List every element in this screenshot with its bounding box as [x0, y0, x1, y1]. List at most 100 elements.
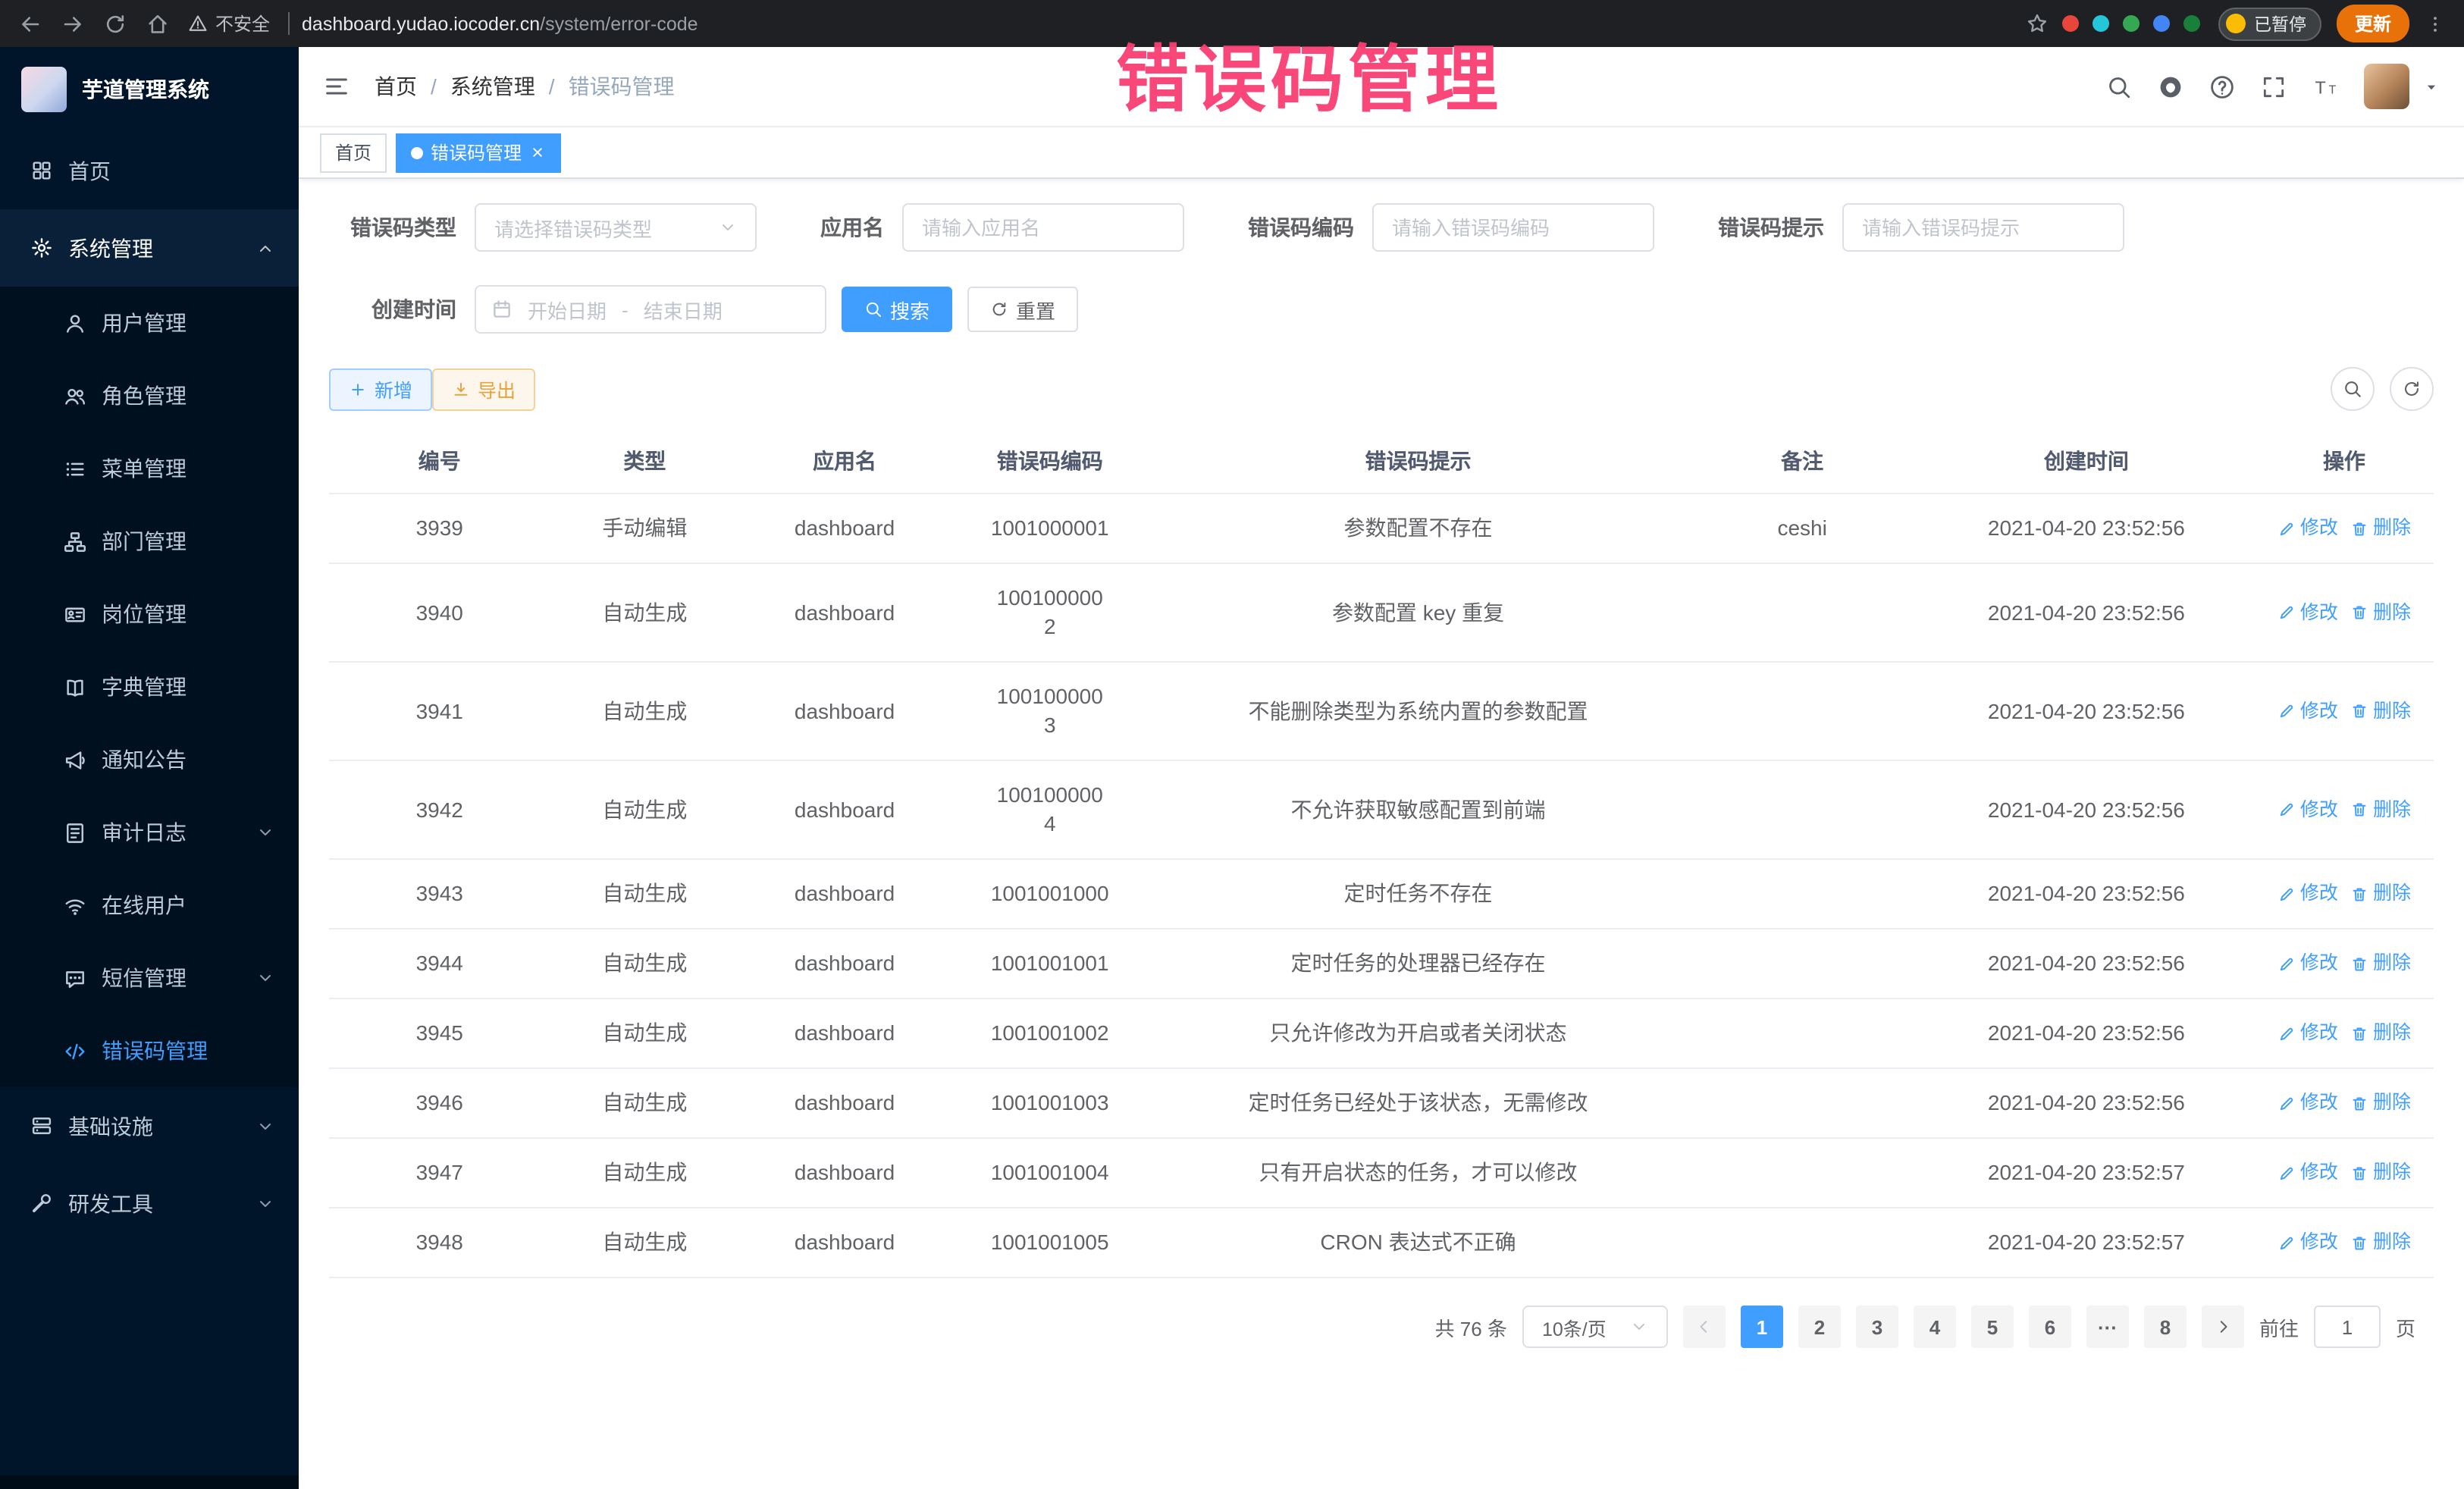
pager-next-button[interactable]: [2202, 1306, 2244, 1348]
edit-link[interactable]: 修改: [2277, 1228, 2338, 1257]
pager-more-button[interactable]: ···: [2086, 1306, 2129, 1348]
sidebar-collapse-bar[interactable]: [0, 1475, 299, 1489]
page-size-select[interactable]: 10条/页: [1522, 1306, 1668, 1348]
avatar[interactable]: [2364, 64, 2409, 109]
forward-icon[interactable]: [61, 11, 85, 36]
logo[interactable]: 芋道管理系统: [0, 47, 299, 132]
edit-link[interactable]: 修改: [2277, 697, 2338, 726]
sidebar-item-infra[interactable]: 基础设施: [0, 1087, 299, 1165]
sidebar-item-menu[interactable]: 菜单管理: [0, 432, 299, 505]
delete-link[interactable]: 删除: [2350, 1019, 2411, 1048]
delete-link[interactable]: 删除: [2350, 697, 2411, 726]
hamburger-icon[interactable]: [323, 73, 350, 100]
pager-page-2[interactable]: 2: [1798, 1306, 1841, 1348]
extension-dark-green-icon[interactable]: [2184, 15, 2201, 32]
error-hint-input[interactable]: [1842, 203, 2124, 252]
reset-button[interactable]: 重置: [967, 287, 1078, 332]
goto-page-input[interactable]: [2314, 1306, 2381, 1348]
cell-message: 参数配置不存在: [1150, 494, 1687, 563]
toggle-search-button[interactable]: [2331, 367, 2375, 411]
app-name-input[interactable]: [902, 203, 1184, 252]
delete-link[interactable]: 删除: [2350, 879, 2411, 908]
close-icon[interactable]: [529, 144, 546, 161]
pager-page-3[interactable]: 3: [1856, 1306, 1898, 1348]
edit-link[interactable]: 修改: [2277, 514, 2338, 543]
pencil-icon: [2277, 801, 2296, 819]
delete-link[interactable]: 删除: [2350, 514, 2411, 543]
trash-icon: [2350, 885, 2368, 903]
pager-page-5[interactable]: 5: [1971, 1306, 2014, 1348]
sidebar-item-dev-tool[interactable]: 研发工具: [0, 1165, 299, 1242]
edit-link[interactable]: 修改: [2277, 879, 2338, 908]
tree-icon: [64, 530, 86, 553]
error-type-select[interactable]: 请选择错误码类型: [475, 203, 757, 252]
back-icon[interactable]: [18, 11, 42, 36]
sidebar-item-notice[interactable]: 通知公告: [0, 723, 299, 796]
address-bar[interactable]: dashboard.yudao.iocoder.cn/system/error-…: [302, 13, 698, 34]
sidebar-item-online-user[interactable]: 在线用户: [0, 869, 299, 942]
edit-link[interactable]: 修改: [2277, 795, 2338, 824]
edit-link[interactable]: 修改: [2277, 949, 2338, 978]
paused-badge[interactable]: 已暂停: [2219, 7, 2321, 40]
edit-link[interactable]: 修改: [2277, 1158, 2338, 1187]
error-code-input[interactable]: [1372, 203, 1654, 252]
sidebar-item-role[interactable]: 角色管理: [0, 359, 299, 432]
cell-remark: [1686, 1153, 1917, 1193]
roles-icon: [64, 384, 86, 407]
extension-red-icon[interactable]: [2063, 15, 2080, 32]
sidebar-item-dept[interactable]: 部门管理: [0, 505, 299, 578]
end-date-placeholder: 结束日期: [644, 295, 723, 324]
reload-icon[interactable]: [103, 11, 127, 36]
cell-time: 2021-04-20 23:52:56: [1918, 677, 2255, 745]
tab-error-code[interactable]: 错误码管理: [396, 133, 561, 172]
sidebar-item-post[interactable]: 岗位管理: [0, 578, 299, 650]
breadcrumb-home[interactable]: 首页: [375, 71, 417, 102]
cell-type: 自动生成: [550, 578, 739, 647]
update-button[interactable]: 更新: [2337, 5, 2409, 42]
sidebar-item-sms[interactable]: 短信管理: [0, 942, 299, 1014]
pager-page-4[interactable]: 4: [1914, 1306, 1956, 1348]
delete-link[interactable]: 删除: [2350, 795, 2411, 824]
fullscreen-icon[interactable]: [2261, 74, 2287, 99]
add-button[interactable]: 新增: [329, 368, 432, 410]
sidebar-item-error-code[interactable]: 错误码管理: [0, 1014, 299, 1087]
sidebar-item-home[interactable]: 首页: [0, 132, 299, 209]
delete-link[interactable]: 删除: [2350, 1089, 2411, 1118]
delete-link[interactable]: 删除: [2350, 598, 2411, 627]
sidebar-item-audit-log[interactable]: 审计日志: [0, 796, 299, 869]
export-button[interactable]: 导出: [432, 368, 535, 410]
edit-link[interactable]: 修改: [2277, 1019, 2338, 1048]
extension-green-icon[interactable]: [2124, 15, 2140, 32]
search-button[interactable]: 搜索: [842, 287, 952, 332]
security-chip[interactable]: 不安全: [188, 11, 270, 36]
help-icon[interactable]: [2209, 74, 2235, 99]
delete-link[interactable]: 删除: [2350, 1228, 2411, 1257]
navbar-actions: TT: [2106, 64, 2440, 109]
extension-blue-icon[interactable]: [2154, 15, 2171, 32]
refresh-table-button[interactable]: [2390, 367, 2434, 411]
extension-teal-icon[interactable]: [2093, 15, 2110, 32]
search-icon[interactable]: [2106, 74, 2132, 99]
delete-link[interactable]: 删除: [2350, 1158, 2411, 1187]
delete-link[interactable]: 删除: [2350, 949, 2411, 978]
sidebar-item-system[interactable]: 系统管理: [0, 209, 299, 287]
date-range-picker[interactable]: 开始日期 - 结束日期: [475, 285, 826, 334]
cell-message: 定时任务不存在: [1150, 860, 1687, 928]
pager-prev-button[interactable]: [1683, 1306, 1726, 1348]
tab-home[interactable]: 首页: [320, 133, 387, 172]
font-size-icon[interactable]: TT: [2312, 74, 2338, 99]
github-icon[interactable]: [2158, 74, 2183, 99]
sidebar-item-dict[interactable]: 字典管理: [0, 650, 299, 723]
caret-down-icon[interactable]: [2423, 78, 2440, 95]
browser-menu-icon[interactable]: [2425, 13, 2446, 34]
pager-page-6[interactable]: 6: [2029, 1306, 2071, 1348]
edit-link[interactable]: 修改: [2277, 598, 2338, 627]
home-icon[interactable]: [146, 11, 170, 36]
breadcrumb-system[interactable]: 系统管理: [450, 71, 535, 102]
bookmark-star-icon[interactable]: [2027, 12, 2049, 35]
sidebar-item-user[interactable]: 用户管理: [0, 287, 299, 359]
edit-link[interactable]: 修改: [2277, 1089, 2338, 1118]
pager-page-1[interactable]: 1: [1741, 1306, 1783, 1348]
megaphone-icon: [64, 748, 86, 771]
pager-page-8[interactable]: 8: [2144, 1306, 2187, 1348]
